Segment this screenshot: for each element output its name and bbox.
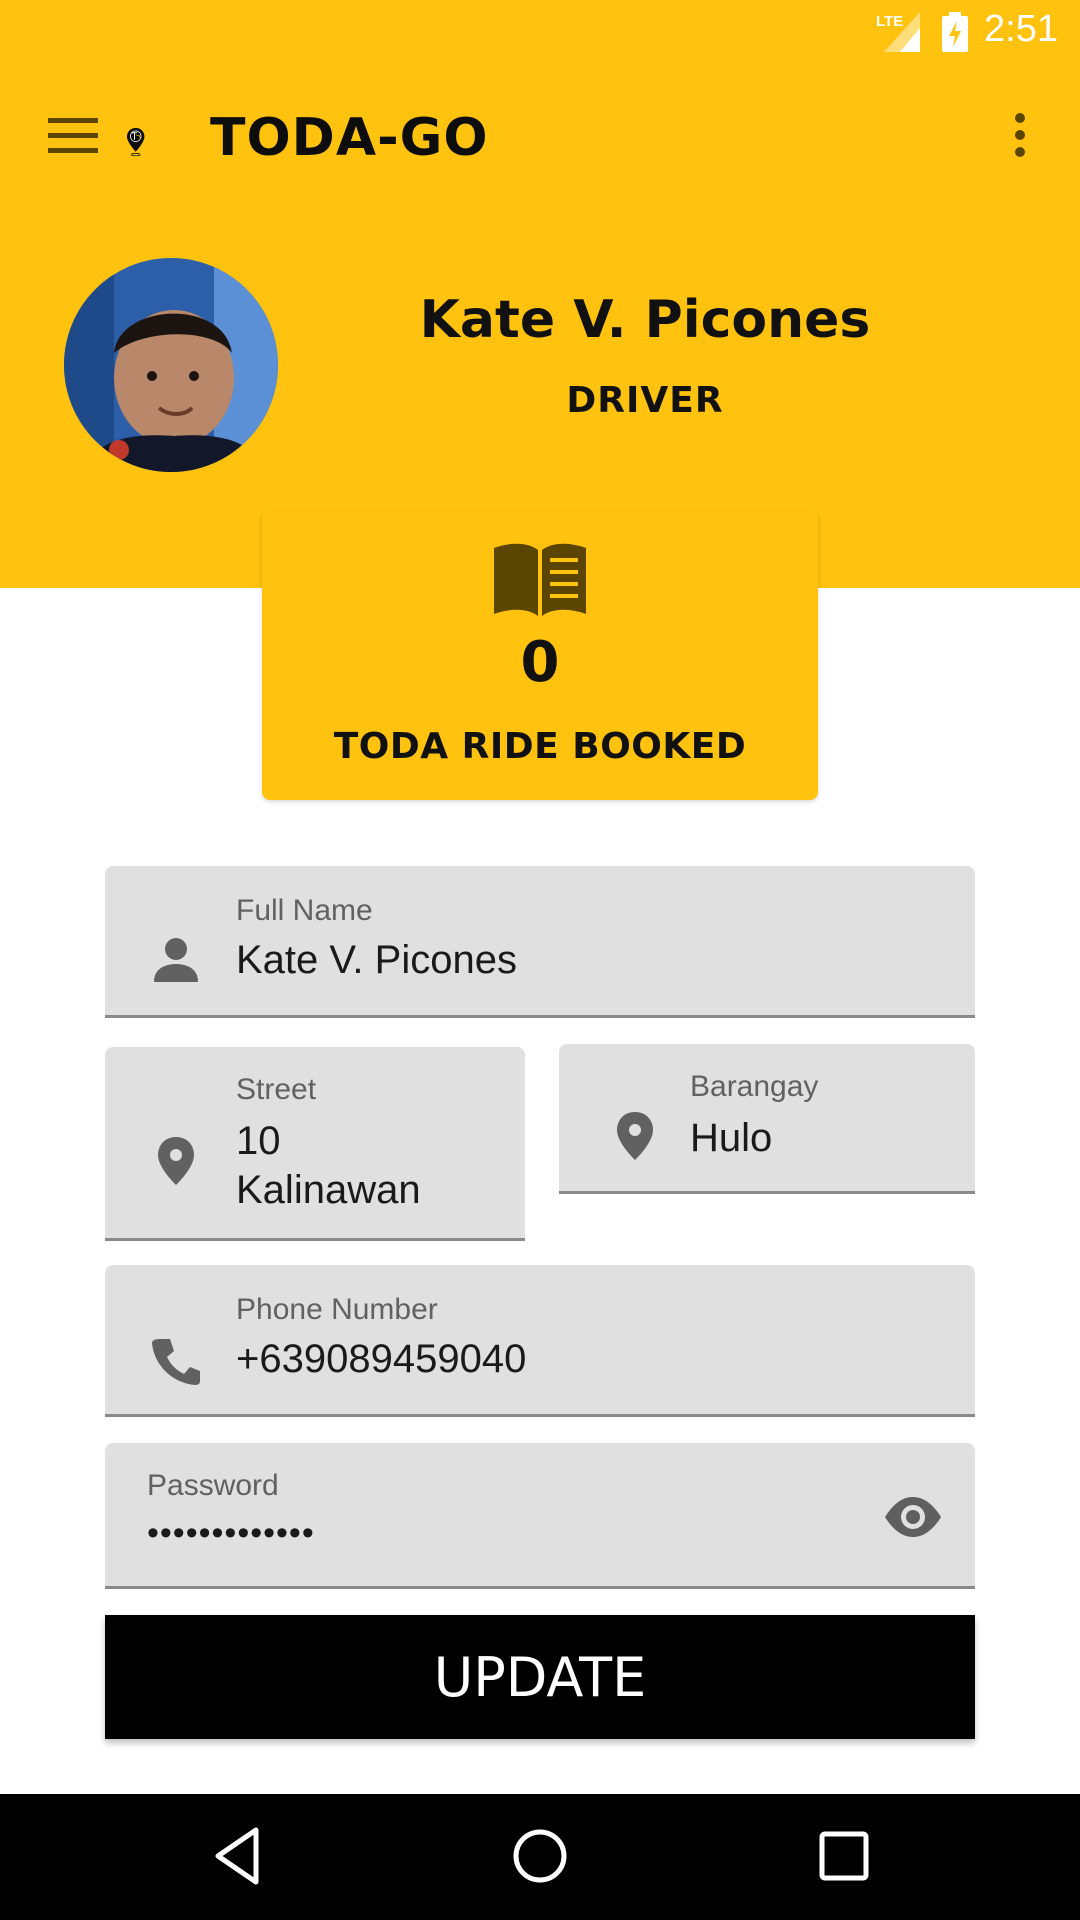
hamburger-menu-icon[interactable] (40, 110, 110, 160)
phone-icon (152, 1339, 200, 1385)
barangay-field[interactable]: Barangay Hulo (559, 1044, 975, 1194)
full-name-value[interactable]: Kate V. Picones (236, 936, 517, 985)
back-icon[interactable] (206, 1824, 270, 1888)
barangay-value[interactable]: Hulo (690, 1114, 772, 1163)
navigation-bar (0, 1794, 1080, 1920)
phone-number-field[interactable]: Phone Number +639089459040 (105, 1265, 975, 1417)
status-bar: LTE 2:51 (0, 0, 1080, 64)
battery-charging-icon (942, 12, 968, 52)
book-icon (494, 543, 586, 616)
profile-name: Kate V. Picones (419, 290, 871, 350)
person-icon (154, 938, 198, 982)
rides-booked-card: 0 TODA RIDE BOOKED (262, 510, 818, 800)
full-name-label: Full Name (236, 894, 373, 927)
app-title: TODA-GO (210, 108, 489, 168)
location-pin-icon (158, 1137, 194, 1185)
street-value-line2[interactable]: Kalinawan (236, 1166, 421, 1215)
full-name-field[interactable]: Full Name Kate V. Picones (105, 866, 975, 1018)
rides-booked-count: 0 (520, 630, 560, 695)
network-type-label: LTE (876, 13, 903, 30)
lte-signal-icon: LTE (876, 12, 920, 52)
eye-icon[interactable] (883, 1487, 943, 1547)
street-field[interactable]: Street 10 Kalinawan (105, 1047, 525, 1241)
barangay-label: Barangay (690, 1070, 819, 1103)
update-button[interactable]: UPDATE (105, 1615, 975, 1739)
password-field[interactable]: Password ••••••••••••• (105, 1443, 975, 1589)
location-pin-icon (617, 1112, 653, 1160)
phone-number-value[interactable]: +639089459040 (236, 1335, 526, 1384)
password-value[interactable]: ••••••••••••• (147, 1509, 315, 1558)
street-label: Street (236, 1073, 317, 1106)
avatar (64, 258, 278, 472)
profile-role: DRIVER (566, 380, 724, 421)
rides-booked-label: TODA RIDE BOOKED (333, 726, 747, 767)
status-time: 2:51 (984, 8, 1058, 50)
app-logo-pin-icon (126, 127, 145, 157)
street-value-line1[interactable]: 10 (236, 1117, 281, 1166)
home-icon[interactable] (508, 1824, 572, 1888)
phone-number-label: Phone Number (236, 1293, 438, 1326)
password-label: Password (147, 1469, 279, 1502)
recent-apps-icon[interactable] (812, 1824, 876, 1888)
more-options-icon[interactable] (1002, 110, 1038, 160)
avatar-photo (64, 258, 278, 472)
